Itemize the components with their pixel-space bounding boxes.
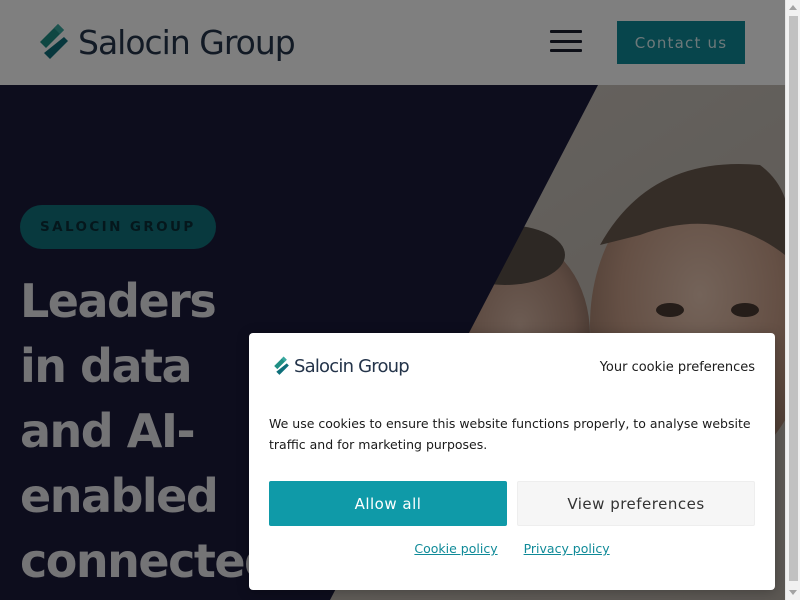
allow-all-button[interactable]: Allow all <box>269 481 507 526</box>
cookie-dialog-body: We use cookies to ensure this website fu… <box>269 416 751 452</box>
cookie-dialog-title: Your cookie preferences <box>599 360 755 375</box>
view-preferences-button[interactable]: View preferences <box>517 481 755 526</box>
privacy-policy-link[interactable]: Privacy policy <box>524 541 610 556</box>
cookie-dialog-logo-text: Salocin Group <box>294 355 410 377</box>
cookie-consent-dialog: Salocin Group Your cookie preferences We… <box>249 333 775 590</box>
salocin-logo-mark-icon <box>274 356 289 375</box>
scrollbar-thumb[interactable] <box>789 16 798 581</box>
cookie-policy-link[interactable]: Cookie policy <box>414 541 497 556</box>
page-scrollbar[interactable] <box>785 0 800 600</box>
cookie-dialog-logo: Salocin Group <box>273 355 410 377</box>
scroll-down-arrow-icon[interactable] <box>789 590 797 595</box>
cookie-dialog-links: Cookie policy Privacy policy <box>249 541 775 556</box>
scroll-up-arrow-icon[interactable] <box>789 5 797 10</box>
